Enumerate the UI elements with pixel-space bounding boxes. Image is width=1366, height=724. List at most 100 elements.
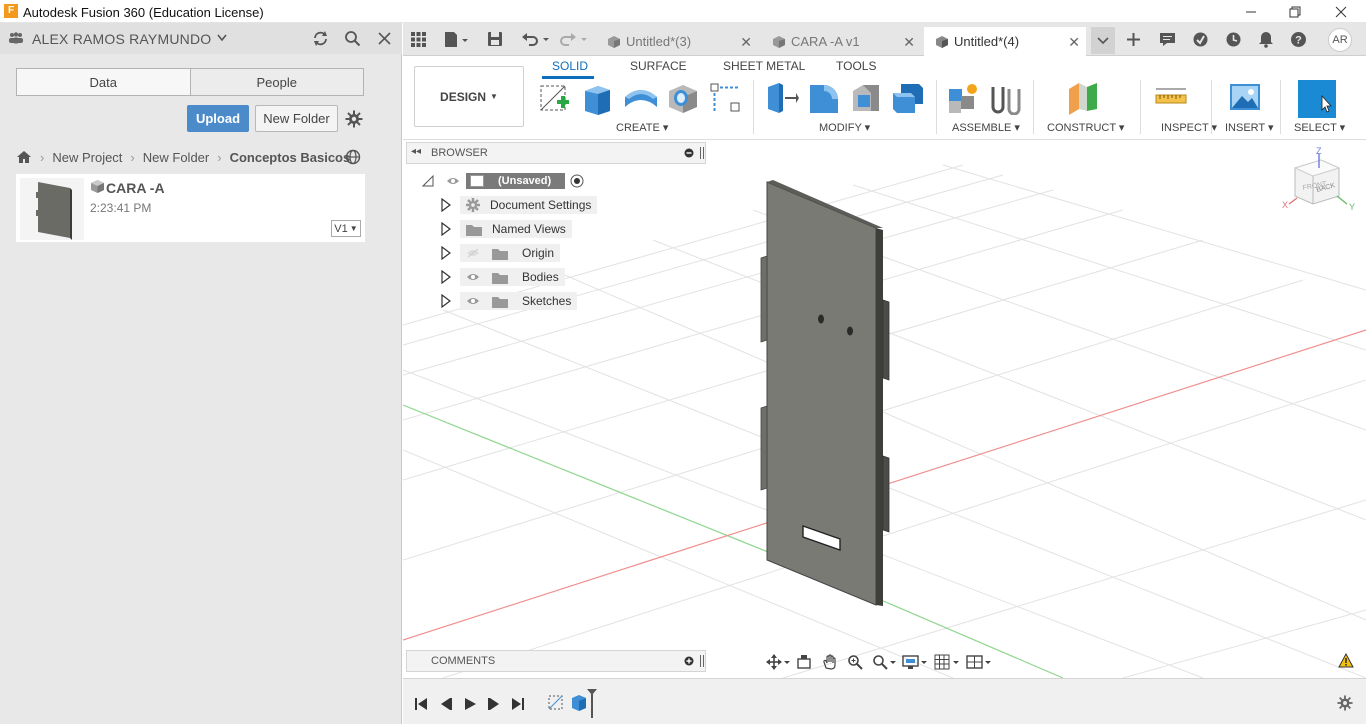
expand-triangle-icon[interactable]	[441, 198, 451, 212]
look-at-icon[interactable]	[796, 654, 812, 670]
close-window-button[interactable]	[1318, 0, 1364, 23]
tab-data[interactable]: Data	[17, 69, 190, 95]
comments-grip-icon[interactable]	[700, 655, 704, 667]
home-icon[interactable]	[16, 150, 32, 164]
browser-root-node[interactable]: (Unsaved)	[422, 171, 584, 191]
measure-icon[interactable]	[1154, 81, 1188, 115]
globe-icon[interactable]	[345, 149, 361, 165]
orbit-icon[interactable]	[766, 654, 790, 670]
grid-snaps-icon[interactable]	[934, 654, 960, 670]
settings-gear-icon[interactable]	[345, 110, 363, 128]
add-comment-icon[interactable]	[684, 656, 694, 666]
visibility-eye-icon[interactable]	[466, 296, 480, 306]
user-avatar[interactable]: AR	[1328, 28, 1352, 52]
warning-icon[interactable]	[1338, 653, 1354, 668]
browser-node-named-views[interactable]: Named Views	[441, 219, 572, 239]
extrude-icon[interactable]	[580, 81, 614, 115]
new-component-icon[interactable]	[946, 81, 980, 115]
browser-minimize-icon[interactable]	[684, 148, 694, 158]
refresh-icon[interactable]	[312, 30, 329, 47]
offset-plane-icon[interactable]	[1065, 81, 1099, 115]
go-to-start-icon[interactable]	[414, 697, 428, 711]
pan-hand-icon[interactable]	[822, 654, 838, 670]
visibility-eye-icon[interactable]	[466, 272, 480, 282]
restore-button[interactable]	[1272, 0, 1318, 23]
node-box[interactable]: Origin	[460, 244, 561, 262]
select-menu[interactable]: SELECT ▾	[1294, 121, 1345, 134]
upload-button[interactable]: Upload	[187, 105, 249, 132]
team-icon[interactable]	[8, 32, 24, 44]
step-forward-icon[interactable]	[487, 697, 501, 711]
new-folder-button[interactable]: New Folder	[255, 105, 338, 132]
combine-icon[interactable]	[891, 81, 925, 115]
insert-image-icon[interactable]	[1228, 81, 1262, 115]
collapse-triangle-icon[interactable]	[422, 175, 434, 187]
view-cube[interactable]: FRONT BACK Z X Y	[1279, 146, 1359, 222]
create-sketch-icon[interactable]	[538, 81, 572, 115]
pattern-icon[interactable]	[708, 81, 742, 115]
tab-overflow-chevron-icon[interactable]	[1091, 27, 1115, 54]
job-status-icon[interactable]	[1192, 31, 1209, 48]
select-icon[interactable]	[1298, 80, 1336, 118]
history-clock-icon[interactable]	[1225, 31, 1242, 48]
node-box[interactable]: Bodies	[460, 268, 565, 286]
undo-icon[interactable]	[521, 31, 551, 47]
timeline-settings-gear-icon[interactable]	[1337, 695, 1353, 711]
zoom-icon[interactable]	[847, 654, 863, 670]
apps-grid-icon[interactable]	[411, 32, 426, 47]
hidden-eye-icon[interactable]	[466, 248, 480, 258]
inspect-menu[interactable]: INSPECT ▾	[1161, 121, 1217, 134]
press-pull-icon[interactable]	[765, 81, 799, 115]
comments-bubble-icon[interactable]	[1159, 32, 1176, 47]
notifications-bell-icon[interactable]	[1258, 31, 1274, 48]
tab-sheet-metal[interactable]: SHEET METAL	[723, 59, 805, 73]
play-icon[interactable]	[463, 697, 477, 711]
activate-radio-icon[interactable]	[570, 174, 584, 188]
doc-tab-cara-a[interactable]: CARA -A v1 ✕	[761, 27, 921, 56]
close-tab-icon[interactable]: ✕	[740, 34, 752, 51]
tab-surface[interactable]: SURFACE	[630, 59, 687, 73]
root-node-box[interactable]: (Unsaved)	[466, 173, 566, 189]
fillet-icon[interactable]	[807, 81, 841, 115]
chevron-down-icon[interactable]	[217, 34, 227, 42]
close-tab-icon[interactable]: ✕	[903, 34, 915, 51]
search-icon[interactable]	[344, 30, 361, 47]
browser-node-bodies[interactable]: Bodies	[441, 267, 565, 287]
tab-people[interactable]: People	[189, 69, 363, 95]
version-dropdown[interactable]: V1 ▼	[331, 220, 361, 237]
collapse-browser-icon[interactable]: ◂◂	[411, 146, 421, 157]
assemble-menu[interactable]: ASSEMBLE ▾	[952, 121, 1020, 134]
doc-tab-untitled-3[interactable]: Untitled*(3) ✕	[596, 27, 758, 56]
sketch-feature-icon[interactable]	[547, 693, 565, 711]
construct-menu[interactable]: CONSTRUCT ▾	[1047, 121, 1124, 134]
browser-grip-icon[interactable]	[700, 147, 704, 159]
doc-tab-untitled-4[interactable]: Untitled*(4) ✕	[924, 27, 1086, 56]
visibility-eye-icon[interactable]	[446, 176, 460, 186]
breadcrumb-new-folder[interactable]: New Folder	[143, 150, 209, 165]
expand-triangle-icon[interactable]	[441, 246, 451, 260]
tab-solid[interactable]: SOLID	[552, 59, 588, 73]
modify-menu[interactable]: MODIFY ▾	[819, 121, 870, 134]
insert-menu[interactable]: INSERT ▾	[1225, 121, 1274, 134]
hole-icon[interactable]	[666, 81, 700, 115]
go-to-end-icon[interactable]	[511, 697, 525, 711]
file-menu-icon[interactable]	[443, 31, 469, 48]
design-card[interactable]: CARA -A 2:23:41 PM V1 ▼	[16, 174, 365, 242]
expand-triangle-icon[interactable]	[441, 270, 451, 284]
joint-icon[interactable]	[989, 81, 1023, 115]
browser-node-sketches[interactable]: Sketches	[441, 291, 578, 311]
breadcrumb-new-project[interactable]: New Project	[52, 150, 122, 165]
save-icon[interactable]	[487, 31, 503, 47]
create-menu[interactable]: CREATE ▾	[616, 121, 668, 134]
display-settings-icon[interactable]	[902, 654, 928, 670]
cara-a-body[interactable]	[760, 180, 890, 606]
fit-zoom-icon[interactable]	[872, 654, 896, 670]
revolve-icon[interactable]	[623, 81, 657, 115]
user-name[interactable]: ALEX RAMOS RAYMUNDO	[32, 31, 211, 47]
minimize-button[interactable]	[1228, 0, 1274, 23]
close-panel-icon[interactable]	[377, 31, 392, 46]
help-icon[interactable]: ?	[1290, 31, 1307, 48]
redo-icon[interactable]	[559, 31, 589, 47]
new-tab-plus-icon[interactable]	[1126, 32, 1141, 47]
browser-node-document-settings[interactable]: Document Settings	[441, 195, 598, 215]
